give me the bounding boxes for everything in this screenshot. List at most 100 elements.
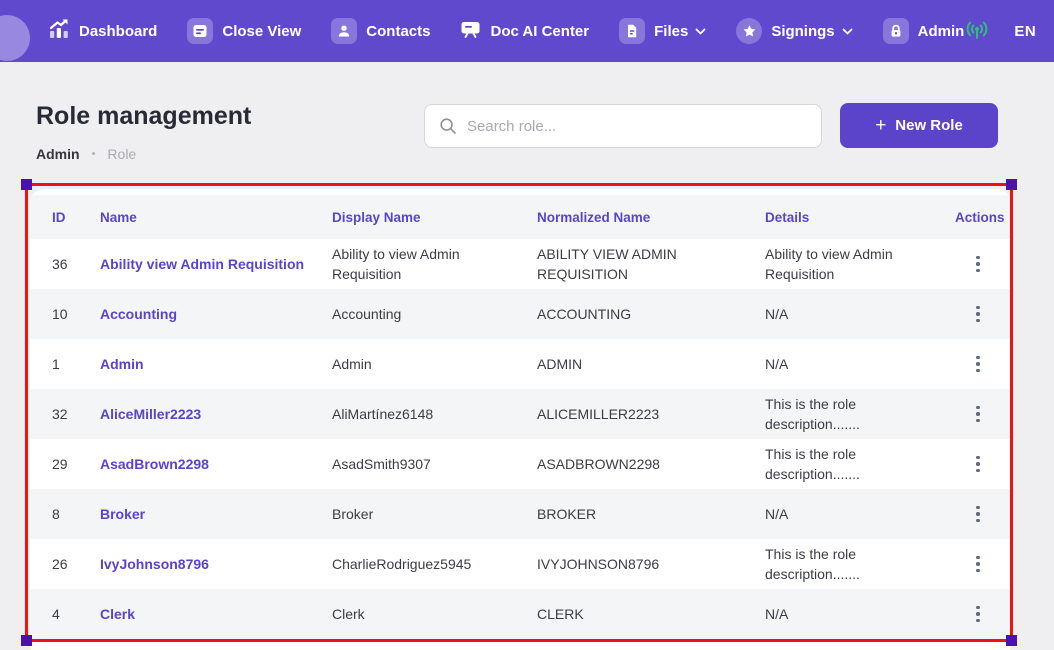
cell-display-name: Clerk xyxy=(332,606,365,622)
search-icon xyxy=(439,117,457,135)
new-role-button[interactable]: + New Role xyxy=(840,103,998,148)
chevron-down-icon xyxy=(695,28,706,35)
cell-id: 8 xyxy=(52,506,60,522)
nav-item-close-view[interactable]: Close View xyxy=(187,18,301,44)
broadcast-signal-icon[interactable] xyxy=(964,19,990,43)
cell-normalized-name: CLERK xyxy=(537,606,584,622)
breadcrumb: Admin • Role xyxy=(36,146,424,162)
dashboard-chart-icon xyxy=(48,18,70,44)
top-navbar: Dashboard Close View Contacts Doc AI Cen… xyxy=(0,0,1054,62)
breadcrumb-role: Role xyxy=(107,146,137,162)
cell-details: N/A xyxy=(765,606,789,622)
role-name-link[interactable]: Admin xyxy=(100,356,144,372)
role-search-box[interactable] xyxy=(424,104,822,148)
cell-normalized-name: ASADBROWN2298 xyxy=(537,456,660,472)
cell-id: 26 xyxy=(52,556,68,572)
cell-normalized-name: ACCOUNTING xyxy=(537,306,632,322)
cell-normalized-name: BROKER xyxy=(537,506,597,522)
nav-label: Contacts xyxy=(366,22,431,40)
decorative-circle xyxy=(0,15,30,61)
cell-details: N/A xyxy=(765,306,789,322)
person-icon xyxy=(331,18,358,44)
breadcrumb-separator: • xyxy=(91,148,96,160)
table-row: 26 IvyJohnson8796 CharlieRodriguez5945 I… xyxy=(30,539,1011,589)
selection-handle xyxy=(21,179,32,190)
table-row: 10 Accounting Accounting ACCOUNTING N/A xyxy=(30,289,1011,339)
role-name-link[interactable]: AsadBrown2298 xyxy=(100,456,209,472)
cell-details: This is the role description....... xyxy=(765,396,860,432)
table-row: 1 Admin Admin ADMIN N/A xyxy=(30,339,1011,389)
row-actions-kebab-menu[interactable] xyxy=(967,251,989,277)
lock-icon xyxy=(882,18,909,44)
search-input[interactable] xyxy=(467,117,807,135)
table-row: 36 Ability view Admin Requisition Abilit… xyxy=(30,239,1011,289)
row-actions-kebab-menu[interactable] xyxy=(967,351,989,377)
table-row: 29 AsadBrown2298 AsadSmith9307 ASADBROWN… xyxy=(30,439,1011,489)
cell-display-name: CharlieRodriguez5945 xyxy=(332,556,472,572)
table-row: 32 AliceMiller2223 AliMartínez6148 ALICE… xyxy=(30,389,1011,439)
role-name-link[interactable]: Broker xyxy=(100,506,145,522)
row-actions-kebab-menu[interactable] xyxy=(967,601,989,627)
cell-id: 36 xyxy=(52,256,68,272)
cell-normalized-name: ADMIN xyxy=(537,356,583,372)
nav-item-doc-ai-center[interactable]: Doc AI Center xyxy=(460,19,589,43)
column-header-normalized-name: Normalized Name xyxy=(537,209,651,225)
nav-label: Signings xyxy=(771,22,835,40)
star-icon xyxy=(736,18,763,44)
breadcrumb-admin[interactable]: Admin xyxy=(36,146,80,162)
column-header-display-name: Display Name xyxy=(332,209,421,225)
row-actions-kebab-menu[interactable] xyxy=(967,551,989,577)
nav-item-signings[interactable]: Signings xyxy=(736,18,853,44)
table-header-row: ID Name Display Name Normalized Name Det… xyxy=(30,195,1011,239)
row-actions-kebab-menu[interactable] xyxy=(967,301,989,327)
cell-normalized-name: ABILITY VIEW ADMIN REQUISITION xyxy=(537,246,677,282)
role-name-link[interactable]: Clerk xyxy=(100,606,135,622)
role-name-link[interactable]: IvyJohnson8796 xyxy=(100,556,209,572)
cell-normalized-name: IVYJOHNSON8796 xyxy=(537,556,660,572)
nav-item-files[interactable]: Files xyxy=(619,18,706,44)
nav-label: Admin xyxy=(917,22,965,40)
column-header-name: Name xyxy=(100,209,137,225)
role-name-link[interactable]: Accounting xyxy=(100,306,177,322)
row-actions-kebab-menu[interactable] xyxy=(967,501,989,527)
title-block: Role management Admin • Role xyxy=(36,102,424,162)
cell-details: This is the role description....... xyxy=(765,546,860,582)
role-name-link[interactable]: AliceMiller2223 xyxy=(100,406,201,422)
role-name-link[interactable]: Ability view Admin Requisition xyxy=(100,256,304,272)
calendar-icon xyxy=(187,18,214,44)
table-row: 4 Clerk Clerk CLERK N/A xyxy=(30,589,1011,639)
cell-display-name: AsadSmith9307 xyxy=(332,456,431,472)
selection-handle xyxy=(1006,179,1017,190)
cell-details: This is the role description....... xyxy=(765,446,860,482)
cell-normalized-name: ALICEMILLER2223 xyxy=(537,406,660,422)
nav-item-admin[interactable]: Admin xyxy=(882,18,965,44)
row-actions-kebab-menu[interactable] xyxy=(967,401,989,427)
roles-table-card: ID Name Display Name Normalized Name Det… xyxy=(30,189,1011,650)
nav-label: Dashboard xyxy=(79,22,158,40)
column-header-details: Details xyxy=(765,209,810,225)
nav-label: Doc AI Center xyxy=(490,22,590,40)
nav-item-contacts[interactable]: Contacts xyxy=(331,18,430,44)
cell-id: 4 xyxy=(52,606,60,622)
cell-id: 10 xyxy=(52,306,68,322)
row-actions-kebab-menu[interactable] xyxy=(967,451,989,477)
nav-label: Files xyxy=(654,22,689,40)
cell-display-name: Broker xyxy=(332,506,374,522)
cell-display-name: Admin xyxy=(332,356,372,372)
cell-id: 1 xyxy=(52,356,60,372)
navbar-right-cluster: EN xyxy=(964,11,1054,51)
cell-details: Ability to view Admin Requisition xyxy=(765,246,893,282)
new-role-label: New Role xyxy=(895,117,963,134)
language-label[interactable]: EN xyxy=(1014,23,1036,40)
cell-details: N/A xyxy=(765,506,789,522)
plus-icon: + xyxy=(875,115,887,136)
main-navigation: Dashboard Close View Contacts Doc AI Cen… xyxy=(48,18,964,44)
nav-label: Close View xyxy=(222,22,302,40)
column-header-actions: Actions xyxy=(955,209,1005,225)
cell-display-name: AliMartínez6148 xyxy=(332,406,434,422)
cell-id: 29 xyxy=(52,456,68,472)
page-header: Role management Admin • Role + New Role xyxy=(0,62,1054,162)
document-icon xyxy=(619,18,646,44)
nav-item-dashboard[interactable]: Dashboard xyxy=(48,18,157,44)
page-title: Role management xyxy=(36,102,252,130)
